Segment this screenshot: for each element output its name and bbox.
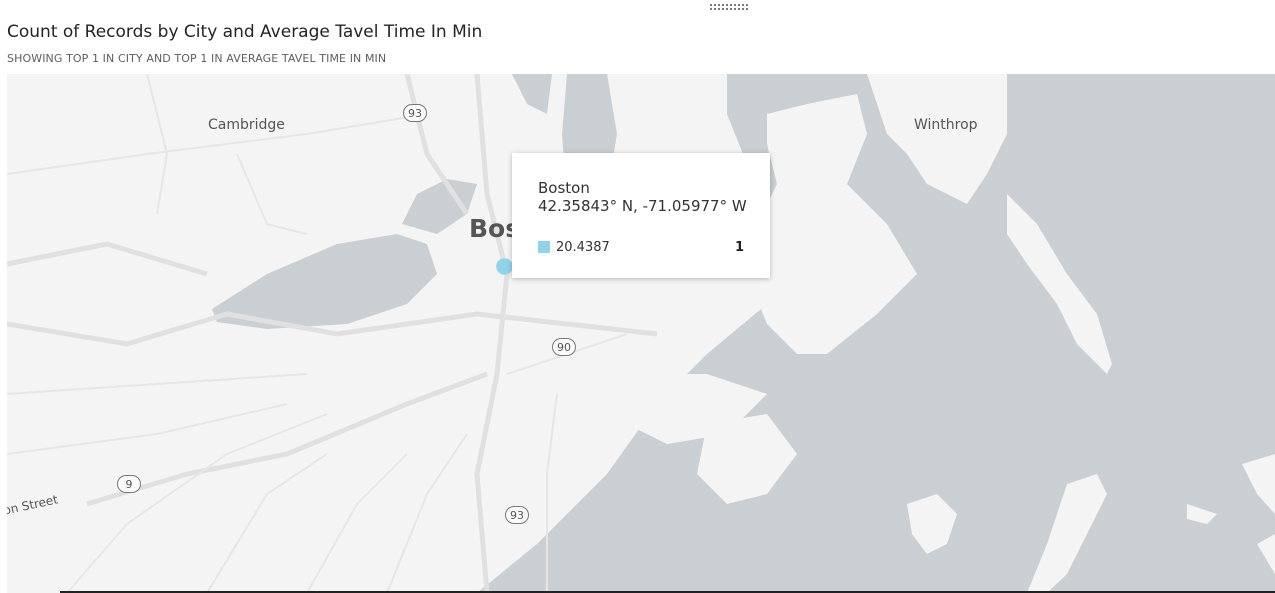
drag-dot bbox=[710, 8, 712, 10]
route-93-shield: 93 bbox=[403, 104, 427, 122]
tooltip-series-row: 20.4387 1 bbox=[538, 239, 744, 255]
series-color-swatch bbox=[538, 241, 550, 253]
drag-dot bbox=[730, 8, 732, 10]
drag-dot bbox=[742, 4, 744, 6]
drag-dot bbox=[730, 4, 732, 6]
drag-dot bbox=[746, 4, 748, 6]
tooltip-value: 1 bbox=[734, 239, 744, 255]
visual-subtitle: SHOWING TOP 1 IN CITY AND TOP 1 IN AVERA… bbox=[7, 52, 387, 65]
drag-dot bbox=[718, 8, 720, 10]
visual-title: Count of Records by City and Average Tav… bbox=[7, 22, 483, 42]
route-90-shield: 90 bbox=[552, 338, 576, 356]
route-9-shield: 9 bbox=[117, 475, 141, 493]
map-tooltip: Boston 42.35843° N, -71.05977° W 20.4387… bbox=[512, 153, 770, 278]
drag-dot bbox=[714, 4, 716, 6]
basemap bbox=[7, 74, 1275, 593]
drag-dot bbox=[738, 4, 740, 6]
drag-dot bbox=[722, 8, 724, 10]
drag-dot bbox=[726, 8, 728, 10]
map-canvas[interactable]: Cambridge Winthrop Bos on Street 93 90 9… bbox=[7, 74, 1275, 593]
drag-dot bbox=[710, 4, 712, 6]
drag-dot bbox=[746, 8, 748, 10]
drag-dot bbox=[718, 4, 720, 6]
drag-handle[interactable] bbox=[710, 4, 750, 14]
tooltip-series-label: 20.4387 bbox=[556, 239, 610, 255]
drag-dot bbox=[726, 4, 728, 6]
route-93-shield-south: 93 bbox=[505, 506, 529, 524]
tooltip-coordinates: 42.35843° N, -71.05977° W bbox=[538, 197, 747, 215]
tooltip-city: Boston bbox=[538, 179, 590, 197]
drag-dot bbox=[738, 8, 740, 10]
drag-dot bbox=[734, 8, 736, 10]
boston-data-point[interactable] bbox=[496, 258, 513, 275]
drag-dot bbox=[734, 4, 736, 6]
drag-dot bbox=[714, 8, 716, 10]
drag-dot bbox=[722, 4, 724, 6]
charles-river bbox=[212, 234, 437, 329]
cambridge-label: Cambridge bbox=[208, 117, 285, 133]
drag-dot bbox=[742, 8, 744, 10]
winthrop-label: Winthrop bbox=[914, 117, 978, 133]
